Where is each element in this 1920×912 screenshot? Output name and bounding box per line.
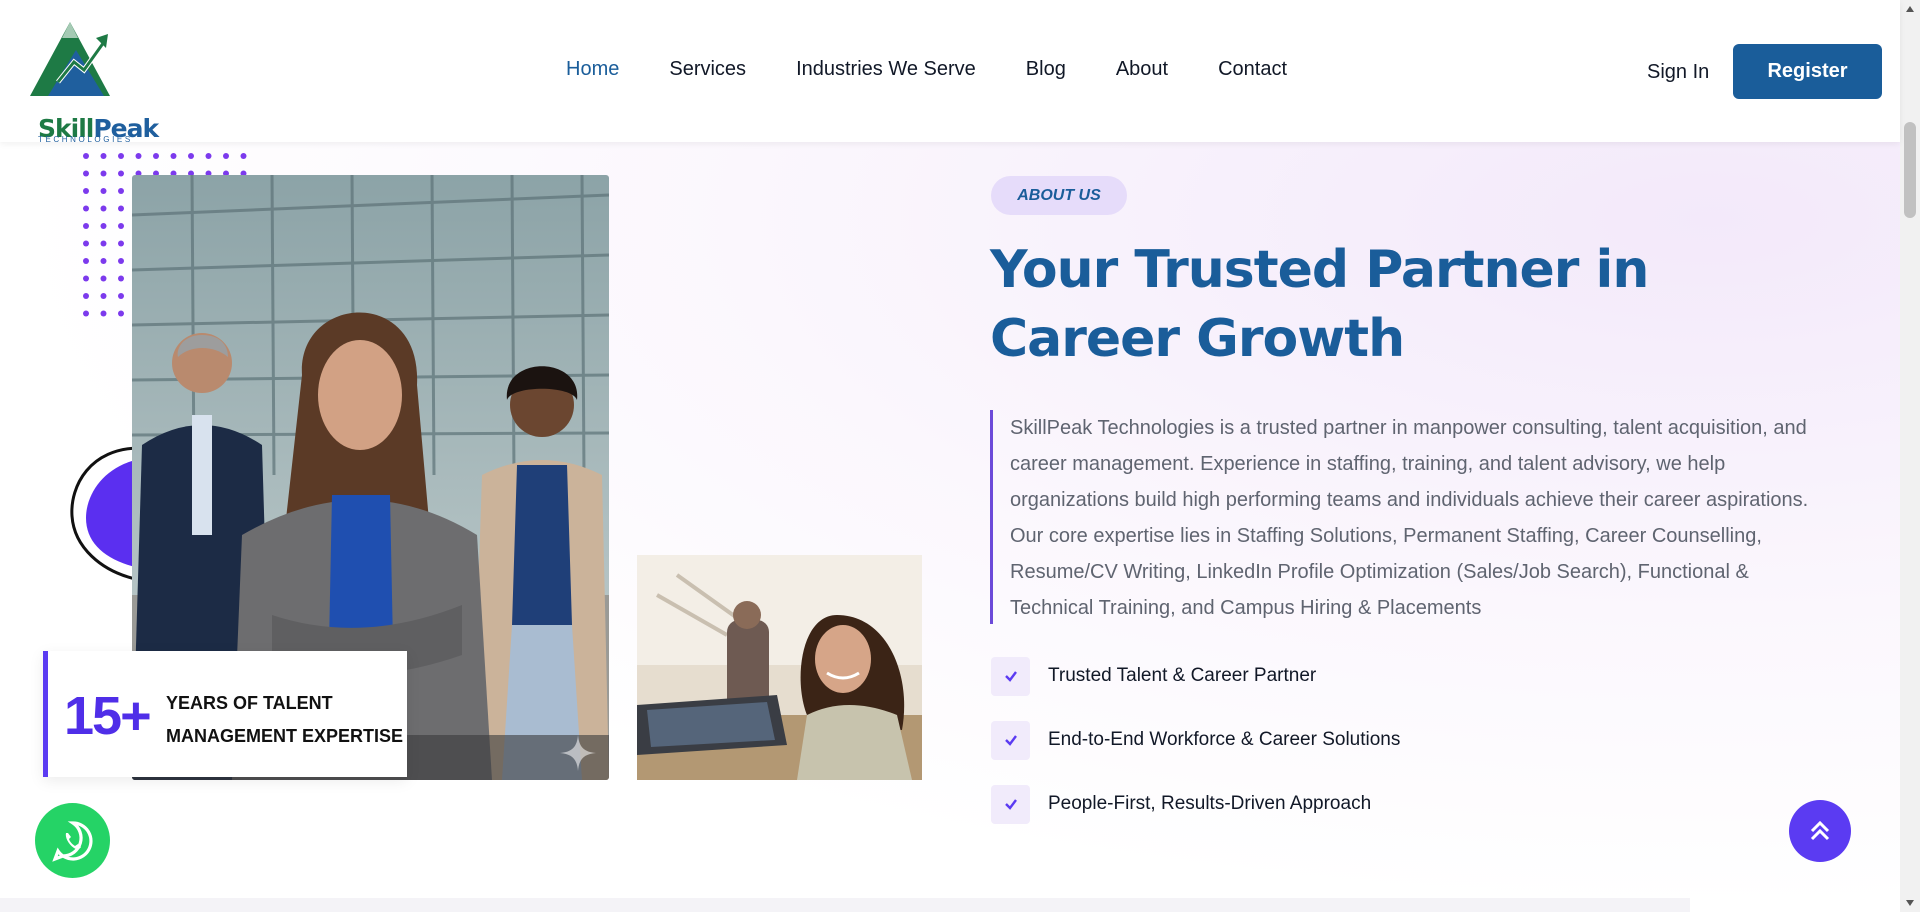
experience-years: 15+ (64, 686, 152, 746)
nav-contact[interactable]: Contact (1218, 58, 1287, 81)
feature-list: Trusted Talent & Career Partner End-to-E… (991, 656, 1400, 848)
whatsapp-button[interactable] (35, 803, 110, 878)
feature-item: Trusted Talent & Career Partner (991, 656, 1400, 696)
sign-in-link[interactable]: Sign In (1647, 61, 1709, 84)
check-icon (991, 784, 1030, 824)
laptop-photo (637, 555, 922, 780)
page-title: Your Trusted Partner in Career Growth (990, 240, 1649, 369)
nav-about[interactable]: About (1116, 58, 1168, 81)
page-scrollbar[interactable] (1900, 0, 1920, 912)
feature-text: Trusted Talent & Career Partner (1048, 665, 1317, 686)
nav-services[interactable]: Services (669, 58, 746, 81)
company-logo[interactable]: SkillPeak TECHNOLOGIES (18, 20, 159, 144)
feature-item: End-to-End Workforce & Career Solutions (991, 720, 1400, 760)
nav-industries[interactable]: Industries We Serve (796, 58, 976, 81)
check-icon (991, 720, 1030, 760)
logo-subtitle: TECHNOLOGIES (38, 135, 133, 144)
about-us-badge: ABOUT US (991, 176, 1127, 215)
scroll-down-arrow-icon[interactable] (1905, 898, 1915, 908)
mountain-logo-icon (30, 22, 110, 96)
feature-text: End-to-End Workforce & Career Solutions (1048, 729, 1401, 750)
register-button[interactable]: Register (1733, 44, 1882, 99)
section-divider (0, 898, 1690, 912)
about-description: SkillPeak Technologies is a trusted part… (1010, 417, 1809, 619)
woman-laptop-image (637, 555, 922, 780)
scroll-up-arrow-icon[interactable] (1905, 4, 1915, 14)
whatsapp-icon (51, 820, 93, 862)
nav-home[interactable]: Home (566, 58, 619, 81)
experience-label: YEARS OF TALENT MANAGEMENT EXPERTISE (166, 693, 404, 746)
feature-text: People-First, Results-Driven Approach (1048, 793, 1372, 814)
back-to-top-button[interactable] (1789, 800, 1851, 862)
check-icon (991, 656, 1030, 696)
nav-blog[interactable]: Blog (1026, 58, 1066, 81)
feature-item: People-First, Results-Driven Approach (991, 784, 1400, 824)
main-nav: Home Services Industries We Serve Blog A… (566, 58, 1337, 81)
experience-stat-card: 15+ YEARS OF TALENT MANAGEMENT EXPERTISE (43, 651, 407, 777)
double-chevron-up-icon (1810, 820, 1830, 841)
site-header: SkillPeak TECHNOLOGIES Home Services Ind… (0, 0, 1900, 144)
scrollbar-thumb[interactable] (1904, 122, 1916, 218)
sparkle-icon (560, 735, 596, 771)
description-accent-bar (990, 410, 993, 624)
